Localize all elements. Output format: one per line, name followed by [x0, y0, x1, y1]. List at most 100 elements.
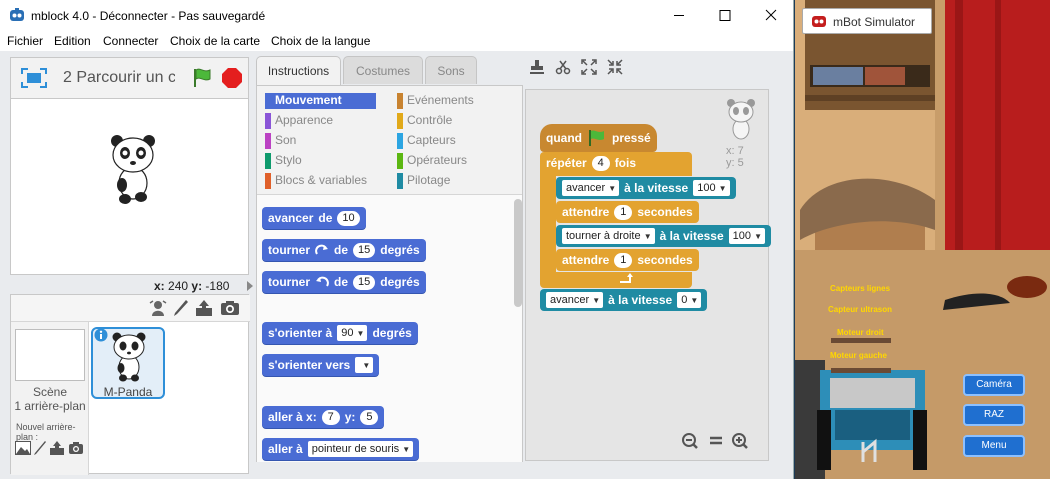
category-looks[interactable]: Apparence [265, 113, 333, 129]
sprite-y: y: 5 [726, 157, 744, 169]
block-point-towards[interactable]: s'orienter vers [262, 354, 380, 376]
menu-board[interactable]: Choix de la carte [170, 34, 260, 48]
category-sound[interactable]: Son [265, 133, 296, 149]
menu-edit[interactable]: Edition [54, 34, 91, 48]
block-text: fois [614, 156, 637, 170]
menu-language[interactable]: Choix de la langue [271, 34, 370, 48]
category-robots[interactable]: Pilotage [397, 173, 450, 189]
direction-dropdown[interactable]: tourner à droite [562, 228, 655, 245]
mblock-app-icon [10, 8, 24, 21]
mblock-window: mblock 4.0 - Déconnecter - Pas sauvegard… [0, 0, 794, 479]
stop-icon[interactable] [221, 67, 243, 89]
block-go-to-xy[interactable]: aller à x: 7 y: 5 [262, 406, 385, 428]
camera-backdrop-icon[interactable] [68, 441, 84, 455]
tab-instructions[interactable]: Instructions [256, 56, 341, 85]
zoom-reset-icon[interactable] [710, 436, 722, 445]
menu-button[interactable]: Menu [963, 435, 1025, 457]
grow-icon[interactable] [581, 59, 597, 75]
choose-sprite-icon[interactable] [149, 299, 167, 317]
degrees-input[interactable]: 15 [353, 274, 376, 290]
category-control[interactable]: Contrôle [397, 113, 452, 129]
script-area[interactable]: x: 7 y: 5 quand pressé répéter 4 fois av… [525, 89, 772, 461]
category-pen[interactable]: Stylo [265, 153, 302, 169]
stage-canvas[interactable] [10, 98, 249, 275]
tab-costumes[interactable]: Costumes [343, 56, 423, 84]
block-text: attendre [562, 205, 610, 219]
category-sensing[interactable]: Capteurs [397, 133, 456, 149]
repeat-count-input[interactable]: 4 [591, 155, 610, 171]
block-move-steps[interactable]: avancer de 10 [262, 207, 366, 229]
project-name[interactable]: 2 Parcourir un c [63, 69, 175, 87]
camera-sprite-icon[interactable] [220, 300, 240, 316]
y-label: y: [191, 279, 203, 293]
sprite-pane: Scène 1 arrière-plan Nouvel arrière-plan… [10, 294, 250, 475]
block-go-to[interactable]: aller à pointeur de souris [262, 438, 420, 460]
simulator-tab[interactable]: mBot Simulator [802, 8, 932, 34]
sprite-tile-m-panda[interactable]: M-Panda [91, 327, 165, 399]
speed-dropdown[interactable]: 0 [677, 292, 702, 309]
duplicate-stamp-icon[interactable] [529, 59, 545, 75]
block-stop-motors[interactable]: avancer à la vitesse 0 [540, 289, 708, 311]
shrink-icon[interactable] [607, 59, 623, 75]
x-value: 240 [168, 279, 189, 293]
green-flag-icon[interactable] [191, 67, 213, 89]
menu-connect[interactable]: Connecter [103, 34, 158, 48]
category-variables[interactable]: Blocs & variables [265, 173, 367, 189]
block-text: degrés [372, 326, 412, 340]
camera-button[interactable]: Caméra [963, 374, 1025, 396]
minimize-button[interactable] [656, 0, 702, 31]
minimize-icon [674, 15, 684, 16]
direction-dropdown[interactable]: avancer [562, 180, 620, 197]
block-when-flag-clicked[interactable]: quand pressé [540, 124, 657, 152]
choose-backdrop-icon[interactable] [15, 441, 31, 455]
block-wait-seconds[interactable]: attendre 1 secondes [556, 201, 699, 223]
block-turn-right[interactable]: tourner de 15 degrés [262, 239, 426, 261]
block-text: répéter [546, 156, 587, 170]
direction-dropdown[interactable]: 90 [337, 325, 368, 342]
upload-sprite-icon[interactable] [195, 299, 213, 317]
maximize-icon [719, 10, 731, 21]
panda-sprite[interactable] [107, 133, 159, 205]
sprite-position: x: 7 y: 5 [726, 145, 744, 169]
seconds-input[interactable]: 1 [614, 252, 633, 268]
scene-thumbnail[interactable] [15, 329, 85, 381]
maximize-button[interactable] [702, 0, 748, 31]
tab-sounds[interactable]: Sons [425, 56, 477, 84]
block-wait-seconds[interactable]: attendre 1 secondes [556, 249, 699, 271]
palette-blocks: avancer de 10 tourner de 15 degrés tourn… [257, 194, 522, 462]
fullscreen-icon[interactable] [21, 68, 47, 88]
close-button[interactable] [748, 0, 793, 31]
category-operators[interactable]: Opérateurs [397, 153, 467, 169]
towards-dropdown[interactable] [355, 357, 374, 374]
speed-dropdown[interactable]: 100 [728, 228, 766, 245]
category-events[interactable]: Evénements [397, 93, 474, 109]
category-motion[interactable]: Mouvement [265, 93, 376, 109]
reset-button[interactable]: RAZ [963, 404, 1025, 426]
degrees-input[interactable]: 15 [353, 242, 376, 258]
sprite-name: M-Panda [103, 385, 153, 399]
paint-backdrop-icon[interactable] [33, 440, 47, 456]
collapse-stage-icon[interactable] [246, 280, 254, 292]
target-dropdown[interactable]: pointeur de souris [307, 441, 414, 458]
stage-coordinates: x: 240 y: -180 [154, 279, 229, 293]
y-input[interactable]: 5 [360, 409, 379, 425]
upload-backdrop-icon[interactable] [49, 440, 65, 456]
x-input[interactable]: 7 [321, 409, 340, 425]
direction-dropdown[interactable]: avancer [546, 292, 604, 309]
block-turn-left[interactable]: tourner de 15 degrés [262, 271, 426, 293]
block-turn-at-speed[interactable]: tourner à droite à la vitesse 100 [556, 225, 772, 247]
loop-arrow-icon [620, 273, 633, 283]
paint-sprite-icon[interactable] [173, 299, 189, 317]
delete-scissors-icon[interactable] [555, 59, 571, 75]
steps-input[interactable]: 10 [337, 210, 360, 226]
block-point-direction[interactable]: s'orienter à 90 degrés [262, 322, 418, 344]
speed-dropdown[interactable]: 100 [693, 180, 730, 197]
zoom-in-icon[interactable] [732, 433, 748, 449]
seconds-input[interactable]: 1 [614, 204, 633, 220]
block-text: degrés [380, 243, 420, 257]
zoom-out-icon[interactable] [682, 433, 698, 449]
palette-scrollbar[interactable] [514, 199, 522, 307]
info-icon[interactable] [94, 328, 108, 342]
menu-file[interactable]: Fichier [7, 34, 43, 48]
block-move-at-speed[interactable]: avancer à la vitesse 100 [556, 177, 736, 199]
